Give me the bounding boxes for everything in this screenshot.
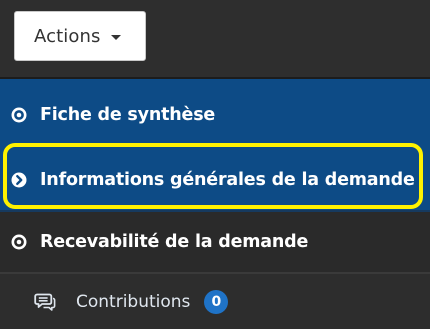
nav-item-fiche-de-synthese[interactable]: Fiche de synthèse xyxy=(0,79,430,150)
contributions-label: Contributions xyxy=(76,291,191,312)
contributions-link[interactable]: Contributions 0 xyxy=(0,274,430,329)
highlight-box xyxy=(3,143,423,209)
nav-item-recevabilite[interactable]: Recevabilité de la demande xyxy=(0,212,430,272)
contributions-count-badge: 0 xyxy=(204,289,229,314)
dot-circle-icon xyxy=(8,104,30,126)
nav-item-label: Recevabilité de la demande xyxy=(40,232,309,252)
nav-item-label: Fiche de synthèse xyxy=(40,104,216,125)
actions-bar: Actions xyxy=(0,0,430,77)
actions-label: Actions xyxy=(34,25,101,47)
actions-dropdown-button[interactable]: Actions xyxy=(14,11,146,61)
dot-circle-icon xyxy=(8,231,30,253)
comments-icon xyxy=(33,291,57,313)
caret-down-icon xyxy=(111,35,122,40)
